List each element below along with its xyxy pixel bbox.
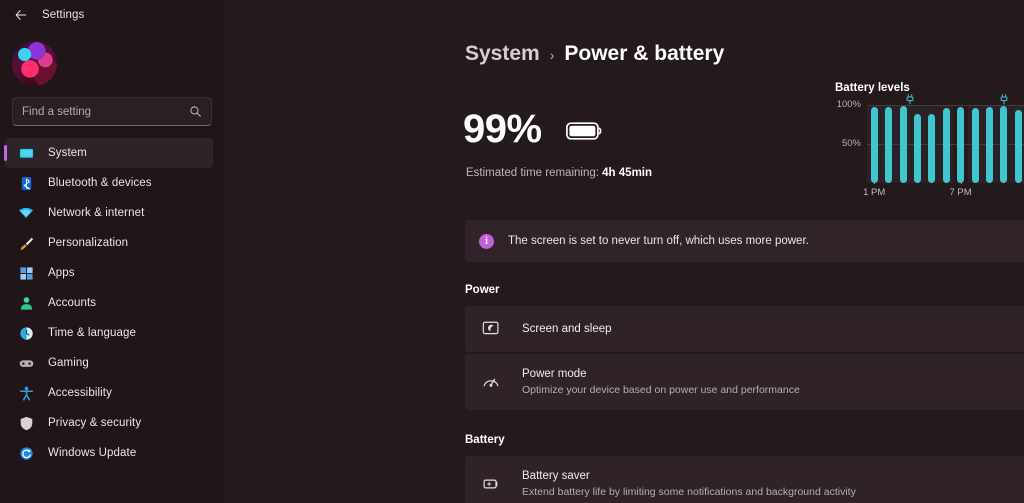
row-subtitle: Optimize your device based on power use …	[522, 384, 800, 396]
sidebar-item-windows-update[interactable]: Windows Update	[5, 438, 213, 468]
apps-icon	[18, 265, 34, 281]
screen-sleep-icon	[481, 320, 500, 339]
row-title: Screen and sleep	[522, 322, 612, 335]
sidebar-item-label: Time & language	[48, 327, 137, 339]
chart-title: Battery levels	[835, 82, 910, 94]
sidebar-item-bluetooth-devices[interactable]: Bluetooth & devices	[5, 168, 213, 198]
chart-x-tick	[960, 179, 962, 184]
back-button[interactable]	[8, 2, 34, 28]
search-input[interactable]	[22, 105, 189, 118]
estimate-value: 4h 45min	[602, 167, 653, 179]
sidebar-item-label: Personalization	[48, 237, 129, 249]
battery-saver-icon	[481, 475, 500, 494]
shield-icon	[18, 415, 34, 431]
chart-bar	[1000, 105, 1008, 183]
power-mode-gauge-icon	[481, 373, 500, 392]
main-content: System › Power & battery 99% Estimated t…	[223, 0, 1024, 503]
estimated-time-remaining: Estimated time remaining: 4h 45min	[466, 167, 652, 179]
battery-levels-chart: Battery levels View detailed info 100%50…	[835, 82, 1024, 207]
chart-bar	[971, 108, 979, 183]
chart-x-axis-label: 1 PM	[863, 187, 886, 198]
sidebar-item-label: Network & internet	[48, 207, 145, 219]
screen-and-sleep-row[interactable]: Screen and sleep ⌄	[465, 306, 1024, 352]
section-title-power: Power	[465, 284, 500, 296]
chart-bar	[913, 114, 921, 183]
sidebar-nav: System Bluetooth & devices Network & int…	[0, 138, 223, 468]
sidebar-item-privacy-security[interactable]: Privacy & security	[5, 408, 213, 438]
chart-bar	[928, 114, 936, 183]
network-icon	[18, 205, 34, 221]
page-title: Power & battery	[564, 42, 725, 65]
sidebar-item-label: Windows Update	[48, 447, 137, 459]
sidebar-item-label: System	[48, 147, 87, 159]
sidebar-item-label: Apps	[48, 267, 75, 279]
chart-bar	[885, 106, 893, 183]
row-title: Battery saver	[522, 470, 590, 482]
chart-y-axis-label: 50%	[841, 138, 861, 149]
chart-bar	[1014, 109, 1022, 183]
sidebar-item-personalization[interactable]: Personalization	[5, 228, 213, 258]
update-icon	[18, 445, 34, 461]
app-title: Settings	[42, 9, 85, 21]
paintbrush-icon	[18, 235, 34, 251]
chart-x-axis-label: 7 PM	[949, 187, 972, 198]
sidebar-item-system[interactable]: System	[4, 138, 213, 168]
chart-bar	[957, 106, 965, 183]
info-banner: i The screen is set to never turn off, w…	[465, 220, 1024, 262]
row-text: Screen and sleep	[522, 322, 1024, 337]
sidebar-item-gaming[interactable]: Gaming	[5, 348, 213, 378]
sidebar-item-label: Accounts	[48, 297, 97, 309]
sidebar-item-network-internet[interactable]: Network & internet	[5, 198, 213, 228]
bluetooth-icon	[18, 175, 34, 191]
back-arrow-icon	[15, 10, 27, 20]
system-icon	[18, 145, 34, 161]
accounts-icon	[18, 295, 34, 311]
row-title: Power mode	[522, 368, 587, 380]
estimate-label: Estimated time remaining:	[466, 167, 599, 179]
chart-x-tick	[874, 179, 876, 184]
sidebar: Settings System	[0, 0, 223, 503]
sidebar-item-accessibility[interactable]: Accessibility	[5, 378, 213, 408]
search-icon	[190, 106, 201, 117]
chart-bar	[899, 105, 907, 183]
plug-icon	[999, 92, 1009, 105]
battery-saver-row[interactable]: Battery saver Extend battery life by lim…	[465, 456, 1024, 503]
accessibility-icon	[18, 385, 34, 401]
chart-bar	[942, 108, 950, 183]
gamepad-icon	[18, 355, 34, 371]
plug-icon	[905, 92, 915, 105]
sidebar-item-label: Privacy & security	[48, 417, 142, 429]
search-box[interactable]	[12, 97, 212, 126]
avatar	[12, 40, 57, 86]
row-subtitle: Extend battery life by limiting some not…	[522, 486, 856, 498]
sidebar-item-time-language[interactable]: Time & language	[5, 318, 213, 348]
sidebar-item-label: Accessibility	[48, 387, 112, 399]
sidebar-item-accounts[interactable]: Accounts	[5, 288, 213, 318]
row-text: Battery saver Extend battery life by lim…	[522, 469, 1024, 499]
user-profile[interactable]	[0, 30, 223, 88]
sidebar-item-label: Bluetooth & devices	[48, 177, 152, 189]
chart-bar	[870, 106, 878, 183]
search-container	[0, 88, 223, 126]
power-mode-row[interactable]: Power mode Optimize your device based on…	[465, 354, 1024, 410]
battery-percentage: 99%	[463, 107, 542, 151]
chart-plot-area: 100%50%1 PM7 PM1 AM7 AM1 PM	[837, 94, 1024, 198]
breadcrumb: System › Power & battery	[465, 42, 724, 66]
banner-message: The screen is set to never turn off, whi…	[508, 235, 809, 247]
title-bar: Settings	[0, 0, 223, 30]
sidebar-item-label: Gaming	[48, 357, 89, 369]
row-text: Power mode Optimize your device based on…	[522, 367, 1024, 397]
chart-y-axis-label: 100%	[836, 99, 861, 110]
chart-bar	[985, 107, 993, 183]
sidebar-item-apps[interactable]: Apps	[5, 258, 213, 288]
info-icon: i	[479, 233, 494, 249]
settings-window: Settings System	[0, 0, 1024, 503]
breadcrumb-separator: ›	[549, 47, 555, 63]
breadcrumb-parent[interactable]: System	[465, 42, 540, 66]
battery-full-icon	[566, 120, 603, 142]
clock-globe-icon	[18, 325, 34, 341]
section-title-battery: Battery	[465, 434, 505, 446]
